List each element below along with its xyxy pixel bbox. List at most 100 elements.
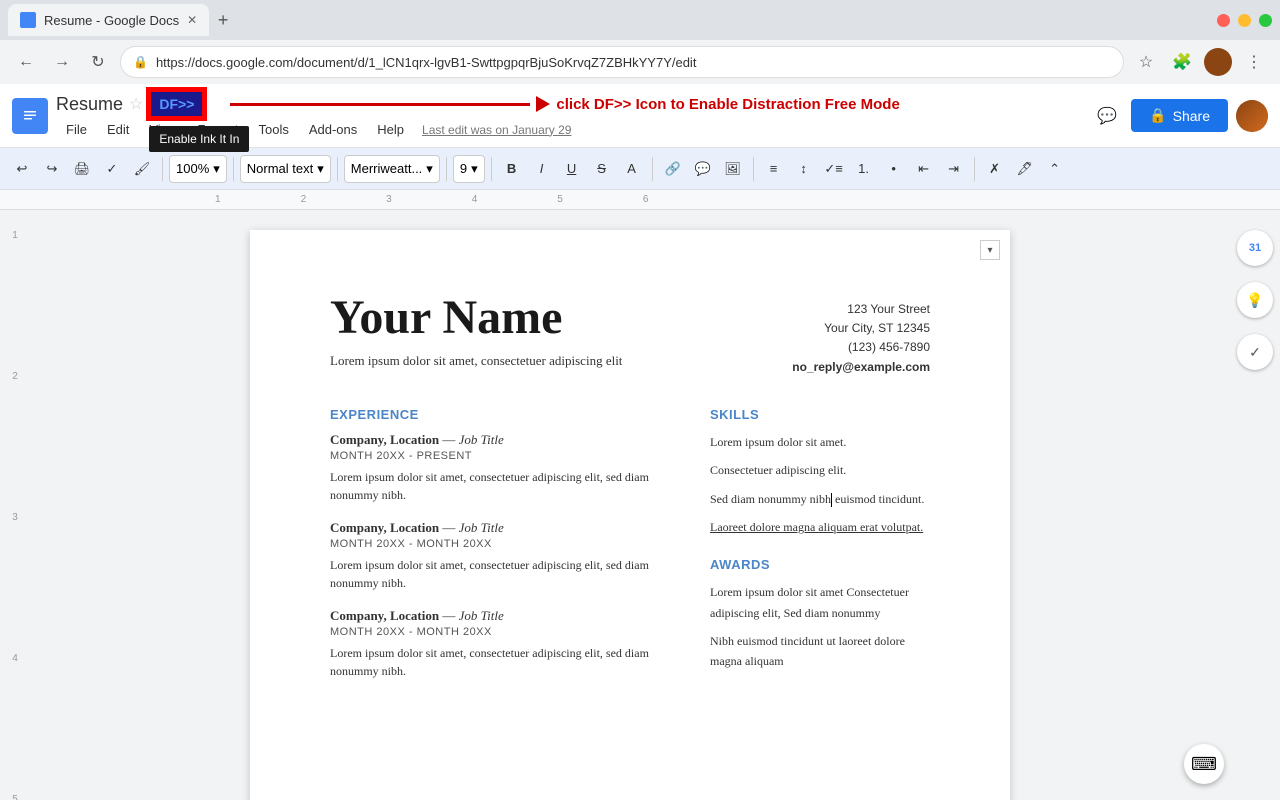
tasks-icon[interactable]: ✓ (1237, 334, 1273, 370)
job-1-description[interactable]: Lorem ipsum dolor sit amet, consectetuer… (330, 468, 670, 504)
comment-button[interactable]: 💬 (689, 155, 717, 183)
tab-title: Resume - Google Docs (44, 13, 179, 28)
toolbar-sep-4 (446, 157, 447, 181)
annotation-arrow-line (230, 103, 530, 106)
job-1-date: MONTH 20XX - PRESENT (330, 450, 670, 462)
annotation-text: click DF>> Icon to Enable Distraction Fr… (556, 96, 899, 113)
docs-header: Resume ☆ DF>> Enable Ink It In click DF>… (0, 84, 1280, 148)
zoom-select[interactable]: 100% ▾ (169, 155, 227, 183)
window-close-button[interactable] (1217, 14, 1230, 27)
active-tab[interactable]: Resume - Google Docs ✕ (8, 4, 209, 36)
indent-less-button[interactable]: ⇤ (910, 155, 938, 183)
lightbulb-icon[interactable]: 💡 (1237, 282, 1273, 318)
checklist-button[interactable]: ✓≡ (820, 155, 848, 183)
menu-help[interactable]: Help (367, 118, 414, 141)
comments-button[interactable]: 💬 (1091, 100, 1123, 132)
docs-toolbar: ↩ ↪ 🖨 ✓ 🖌 100% ▾ Normal text ▾ Merriweat… (0, 148, 1280, 190)
ruler: 1 2 3 4 5 6 (0, 190, 1280, 210)
page-number-4: 4 (12, 653, 18, 664)
awards-item-1: Lorem ipsum dolor sit amet Consectetuer … (710, 582, 930, 623)
page-number-5: 5 (12, 794, 18, 800)
url-text: https://docs.google.com/document/d/1_lCN… (156, 55, 696, 70)
lock-share-icon: 🔒 (1149, 107, 1166, 124)
new-tab-button[interactable]: + (209, 6, 237, 34)
window-maximize-button[interactable] (1259, 14, 1272, 27)
right-sidebar: 31 💡 ✓ (1230, 210, 1280, 800)
bulleted-list-button[interactable]: • (880, 155, 908, 183)
calendar-icon[interactable]: 31 (1237, 230, 1273, 266)
menu-icon[interactable]: ⋮ (1240, 48, 1268, 76)
df-button[interactable]: DF>> (149, 90, 204, 118)
extensions-icon[interactable]: 🧩 (1168, 48, 1196, 76)
skills-item-4: Laoreet dolore magna aliquam erat volutp… (710, 517, 930, 537)
indent-more-button[interactable]: ⇥ (940, 155, 968, 183)
job-3-description[interactable]: Lorem ipsum dolor sit amet, consectetuer… (330, 644, 670, 680)
skills-item-2: Consectetuer adipiscing elit. (710, 460, 930, 480)
forward-button[interactable]: → (48, 48, 76, 76)
paint-format-button[interactable]: 🖌 (128, 155, 156, 183)
address-bar[interactable]: 🔒 https://docs.google.com/document/d/1_l… (120, 46, 1124, 78)
lock-icon: 🔒 (133, 55, 148, 69)
toolbar-sep-2 (233, 157, 234, 181)
menu-addons[interactable]: Add-ons (299, 118, 367, 141)
profile-icon[interactable] (1204, 48, 1232, 76)
table-dropdown[interactable]: ▾ (980, 240, 1000, 260)
bold-button[interactable]: B (498, 155, 526, 183)
job-2-description[interactable]: Lorem ipsum dolor sit amet, consectetuer… (330, 556, 670, 592)
user-avatar[interactable] (1236, 100, 1268, 132)
clear-format-button[interactable]: ✗ (981, 155, 1009, 183)
header-right: 💬 🔒 Share (1091, 99, 1268, 132)
back-button[interactable]: ← (12, 48, 40, 76)
toolbar-sep-8 (974, 157, 975, 181)
align-button[interactable]: ≡ (760, 155, 788, 183)
bookmark-icon[interactable]: ☆ (1132, 48, 1160, 76)
highlight-button[interactable]: A (618, 155, 646, 183)
size-select[interactable]: 9 ▾ (453, 155, 485, 183)
expand-button[interactable]: ⌃ (1041, 155, 1069, 183)
toolbar-sep-3 (337, 157, 338, 181)
strikethrough-button[interactable]: S (588, 155, 616, 183)
assistant-button[interactable]: ⌨ (1184, 744, 1224, 784)
last-edit-text[interactable]: Last edit was on January 29 (422, 123, 571, 137)
format-more-button[interactable]: 🖋 (1011, 155, 1039, 183)
resume-subtitle[interactable]: Lorem ipsum dolor sit amet, consectetuer… (330, 353, 622, 369)
font-select[interactable]: Merriweatt... ▾ (344, 155, 440, 183)
job-2-date: MONTH 20XX - MONTH 20XX (330, 538, 670, 550)
page-number-3: 3 (12, 512, 18, 523)
skills-item-1: Lorem ipsum dolor sit amet. (710, 432, 930, 452)
share-button[interactable]: 🔒 Share (1131, 99, 1228, 132)
document-page[interactable]: ▾ Your Name Lorem ipsum dolor sit amet, … (250, 230, 1010, 800)
image-button[interactable]: 🖼 (719, 155, 747, 183)
resume-name[interactable]: Your Name (330, 290, 622, 345)
star-icon[interactable]: ☆ (129, 94, 143, 114)
df-button-wrapper: DF>> Enable Ink It In (149, 90, 204, 118)
job-1-title: Company, Location — Job Title (330, 432, 670, 448)
docs-title-area: Resume ☆ DF>> Enable Ink It In click DF>… (56, 90, 900, 141)
docs-app-icon (12, 98, 48, 134)
contact-street: 123 Your Street (792, 300, 930, 319)
window-minimize-button[interactable] (1238, 14, 1251, 27)
underline-button[interactable]: U (558, 155, 586, 183)
numbered-list-button[interactable]: 1. (850, 155, 878, 183)
menu-edit[interactable]: Edit (97, 118, 139, 141)
menu-file[interactable]: File (56, 118, 97, 141)
document-title[interactable]: Resume (56, 94, 123, 115)
undo-button[interactable]: ↩ (8, 155, 36, 183)
docs-content-area: 1 2 3 4 5 ▾ Your Name Lorem ipsum dolor … (0, 210, 1280, 800)
awards-title: AWARDS (710, 557, 930, 572)
print-button[interactable]: 🖨 (68, 155, 96, 183)
reload-button[interactable]: ↻ (84, 48, 112, 76)
redo-button[interactable]: ↪ (38, 155, 66, 183)
page-number-1: 1 (12, 230, 18, 241)
resume-contact: 123 Your Street Your City, ST 12345 (123… (792, 290, 930, 377)
tab-close-button[interactable]: ✕ (187, 13, 197, 27)
menu-tools[interactable]: Tools (248, 118, 298, 141)
line-spacing-button[interactable]: ↕ (790, 155, 818, 183)
link-button[interactable]: 🔗 (659, 155, 687, 183)
spellcheck-button[interactable]: ✓ (98, 155, 126, 183)
italic-button[interactable]: I (528, 155, 556, 183)
style-select[interactable]: Normal text ▾ (240, 155, 331, 183)
page-area[interactable]: ▾ Your Name Lorem ipsum dolor sit amet, … (30, 210, 1230, 800)
experience-title: EXPERIENCE (330, 407, 670, 422)
contact-email: no_reply@example.com (792, 358, 930, 377)
